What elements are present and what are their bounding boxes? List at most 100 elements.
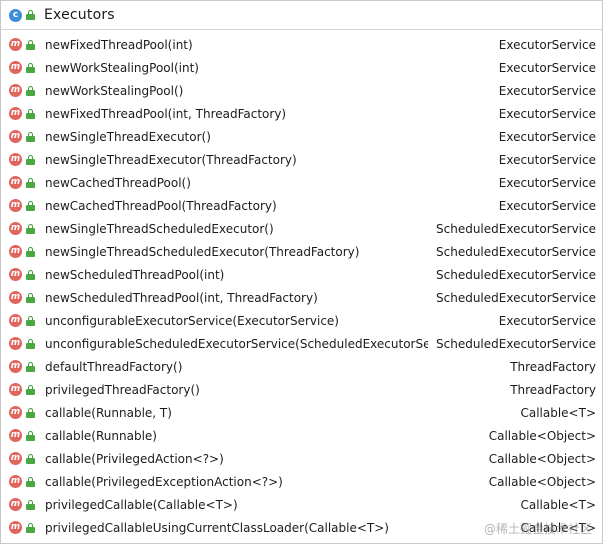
public-access-lock-icon — [26, 10, 35, 20]
public-access-lock-icon — [26, 200, 35, 211]
method-icon: m — [9, 176, 22, 189]
method-return-type: ThreadFactory — [510, 359, 596, 374]
method-icon: m — [9, 38, 22, 51]
public-access-lock-icon — [26, 361, 35, 372]
method-row[interactable]: m privilegedThreadFactory() ThreadFactory — [1, 378, 602, 401]
method-row[interactable]: m unconfigurableExecutorService(ExecutorS… — [1, 309, 602, 332]
method-signature: newFixedThreadPool(int, ThreadFactory) — [45, 106, 287, 121]
method-icon: m — [9, 222, 22, 235]
method-row[interactable]: m newSingleThreadScheduledExecutor(Thread… — [1, 240, 602, 263]
method-row[interactable]: m callable(PrivilegedAction<?>) Callable<O… — [1, 447, 602, 470]
method-return-type: Callable<T> — [520, 405, 596, 420]
method-signature: newSingleThreadExecutor(ThreadFactory) — [45, 152, 297, 167]
method-return-type: Callable<Object> — [488, 451, 596, 466]
method-signature: newWorkStealingPool() — [45, 83, 184, 98]
method-row[interactable]: m newWorkStealingPool(int) ExecutorService — [1, 56, 602, 79]
public-access-lock-icon — [26, 453, 35, 464]
method-signature: privilegedCallableUsingCurrentClassLoade… — [45, 520, 389, 535]
method-icon: m — [9, 337, 22, 350]
method-signature: newSingleThreadScheduledExecutor() — [45, 221, 274, 236]
class-title: Executors — [44, 7, 115, 23]
method-list: m newFixedThreadPool(int) ExecutorService m… — [1, 30, 602, 539]
method-signature: unconfigurableScheduledExecutorService(S… — [45, 336, 428, 351]
method-row[interactable]: m newFixedThreadPool(int) ExecutorService — [1, 33, 602, 56]
method-return-type: Callable<Object> — [488, 474, 596, 489]
method-return-type: ExecutorService — [498, 37, 596, 52]
method-row[interactable]: m newSingleThreadExecutor(ThreadFactory) E… — [1, 148, 602, 171]
public-access-lock-icon — [26, 85, 35, 96]
method-row[interactable]: m privilegedCallable(Callable<T>) Callable… — [1, 493, 602, 516]
method-icon: m — [9, 314, 22, 327]
method-row[interactable]: m unconfigurableScheduledExecutorService(… — [1, 332, 602, 355]
method-row[interactable]: m newCachedThreadPool() ExecutorService — [1, 171, 602, 194]
public-access-lock-icon — [26, 131, 35, 142]
method-icon: m — [9, 383, 22, 396]
method-icon: m — [9, 360, 22, 373]
method-row[interactable]: m newCachedThreadPool(ThreadFactory) Execu… — [1, 194, 602, 217]
method-icon: m — [9, 268, 22, 281]
method-icon: m — [9, 107, 22, 120]
class-icon: c — [9, 8, 22, 22]
method-signature: newFixedThreadPool(int) — [45, 37, 193, 52]
method-row[interactable]: m newWorkStealingPool() ExecutorService — [1, 79, 602, 102]
method-icon: m — [9, 245, 22, 258]
public-access-lock-icon — [26, 384, 35, 395]
method-icon: m — [9, 429, 22, 442]
public-access-lock-icon — [26, 39, 35, 50]
public-access-lock-icon — [26, 154, 35, 165]
public-access-lock-icon — [26, 223, 35, 234]
method-row[interactable]: m newSingleThreadScheduledExecutor() Sched… — [1, 217, 602, 240]
method-icon: m — [9, 475, 22, 488]
method-return-type: ExecutorService — [498, 175, 596, 190]
method-signature: newScheduledThreadPool(int, ThreadFactor… — [45, 290, 318, 305]
method-return-type: ExecutorService — [498, 106, 596, 121]
method-signature: newCachedThreadPool() — [45, 175, 191, 190]
method-return-type: ScheduledExecutorService — [436, 336, 596, 351]
method-icon: m — [9, 130, 22, 143]
method-return-type: ThreadFactory — [510, 382, 596, 397]
method-row[interactable]: m newScheduledThreadPool(int, ThreadFacto… — [1, 286, 602, 309]
method-return-type: ScheduledExecutorService — [436, 267, 596, 282]
public-access-lock-icon — [26, 269, 35, 280]
method-signature: callable(Runnable) — [45, 428, 157, 443]
public-access-lock-icon — [26, 315, 35, 326]
method-signature: unconfigurableExecutorService(ExecutorSe… — [45, 313, 339, 328]
public-access-lock-icon — [26, 407, 35, 418]
method-return-type: ScheduledExecutorService — [436, 244, 596, 259]
method-signature: privilegedThreadFactory() — [45, 382, 200, 397]
structure-popup: c Executors m newFixedThreadPool(int) Exec… — [0, 0, 603, 544]
public-access-lock-icon — [26, 62, 35, 73]
method-return-type: ScheduledExecutorService — [436, 221, 596, 236]
public-access-lock-icon — [26, 476, 35, 487]
method-signature: newSingleThreadScheduledExecutor(ThreadF… — [45, 244, 360, 259]
method-icon: m — [9, 61, 22, 74]
method-icon: m — [9, 153, 22, 166]
method-row[interactable]: m newScheduledThreadPool(int) ScheduledExe… — [1, 263, 602, 286]
public-access-lock-icon — [26, 430, 35, 441]
public-access-lock-icon — [26, 177, 35, 188]
method-signature: newScheduledThreadPool(int) — [45, 267, 225, 282]
method-signature: newWorkStealingPool(int) — [45, 60, 199, 75]
method-row[interactable]: m callable(PrivilegedExceptionAction<?>) C… — [1, 470, 602, 493]
method-return-type: Callable<T> — [520, 497, 596, 512]
structure-header: c Executors — [1, 1, 602, 30]
method-row[interactable]: m defaultThreadFactory() ThreadFactory — [1, 355, 602, 378]
method-row[interactable]: m newSingleThreadExecutor() ExecutorServic… — [1, 125, 602, 148]
method-return-type: ExecutorService — [498, 83, 596, 98]
method-return-type: ScheduledExecutorService — [436, 290, 596, 305]
method-signature: callable(PrivilegedExceptionAction<?>) — [45, 474, 283, 489]
method-return-type: ExecutorService — [498, 198, 596, 213]
method-signature: newCachedThreadPool(ThreadFactory) — [45, 198, 277, 213]
method-return-type: ExecutorService — [498, 152, 596, 167]
public-access-lock-icon — [26, 522, 35, 533]
method-row[interactable]: m callable(Runnable) Callable<Object> — [1, 424, 602, 447]
method-row[interactable]: m newFixedThreadPool(int, ThreadFactory) E… — [1, 102, 602, 125]
method-signature: newSingleThreadExecutor() — [45, 129, 211, 144]
method-icon: m — [9, 84, 22, 97]
public-access-lock-icon — [26, 108, 35, 119]
method-icon: m — [9, 291, 22, 304]
method-icon: m — [9, 452, 22, 465]
watermark: @稀土掘金技术社区 — [483, 522, 592, 536]
method-row[interactable]: m callable(Runnable, T) Callable<T> — [1, 401, 602, 424]
method-return-type: ExecutorService — [498, 129, 596, 144]
